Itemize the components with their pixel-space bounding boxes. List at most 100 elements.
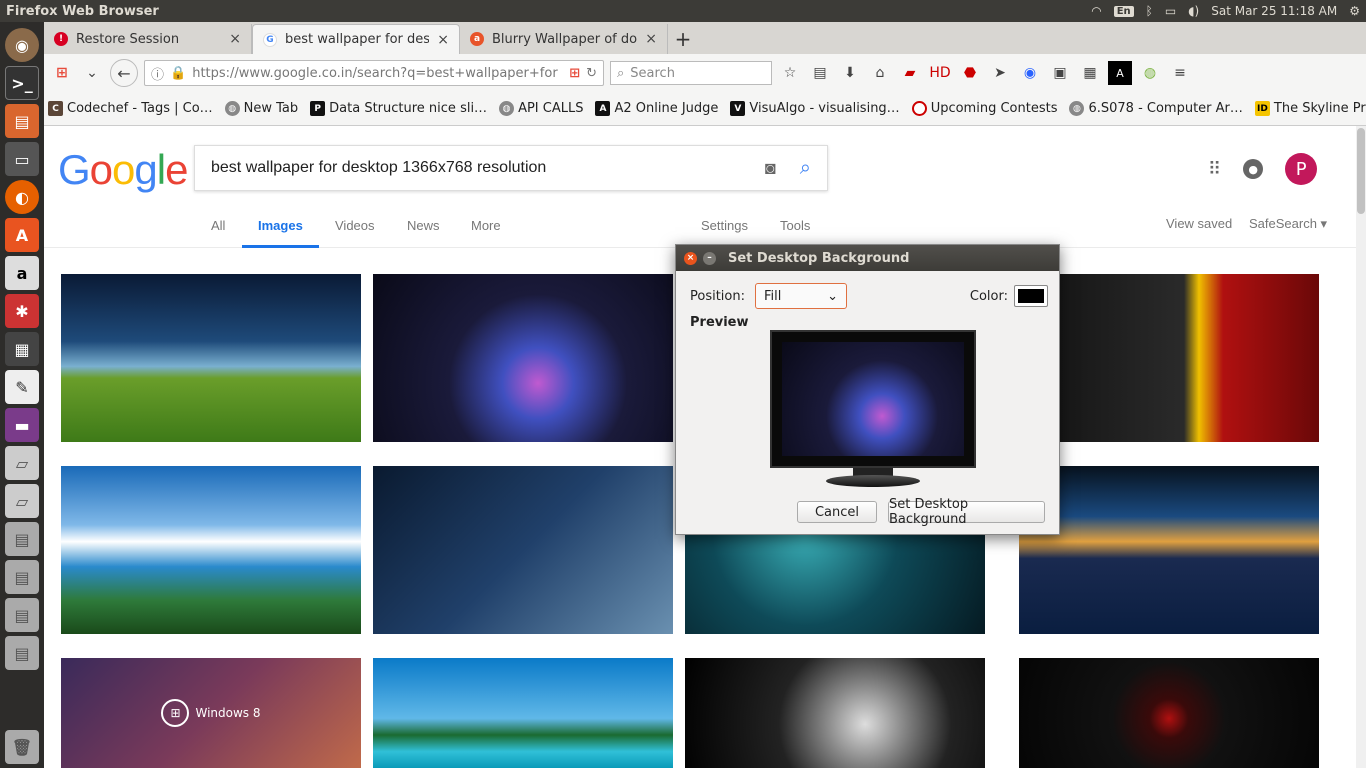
set-background-button[interactable]: Set Desktop Background [888, 497, 1045, 527]
file-manager-icon[interactable]: ▭ [5, 142, 39, 176]
drive-icon[interactable]: ▱ [5, 446, 39, 480]
result-image[interactable] [61, 274, 361, 442]
bookmark-a2-online-judge[interactable]: A A2 Online Judge [595, 101, 718, 116]
result-image[interactable] [373, 658, 673, 768]
app-window-icon[interactable]: ▬ [5, 408, 39, 442]
plus-addon-icon[interactable]: ⊞ [50, 61, 74, 85]
pocket-icon[interactable]: ➤ [988, 61, 1012, 85]
minimize-icon[interactable]: – [703, 251, 716, 265]
color-picker-button[interactable] [1014, 285, 1048, 307]
settings-icon[interactable]: ✱ [5, 294, 39, 328]
result-image[interactable]: ⊞ Windows 8 [61, 658, 361, 768]
bookmark-data-structure[interactable]: P Data Structure nice sli… [310, 101, 487, 116]
gear-icon[interactable]: ⚙ [1349, 4, 1360, 18]
bookmark-6s078[interactable]: ◍ 6.S078 - Computer Ar… [1069, 101, 1243, 116]
tab-news[interactable]: News [407, 218, 440, 248]
apps-grid-icon[interactable]: ⠿ [1208, 159, 1221, 180]
firefox-icon[interactable]: ◐ [5, 180, 39, 214]
result-image[interactable] [373, 466, 673, 634]
home-icon[interactable]: ⌂ [868, 61, 892, 85]
dialog-titlebar[interactable]: × – Set Desktop Background [676, 245, 1059, 271]
safesearch-menu[interactable]: SafeSearch ▾ [1249, 216, 1327, 246]
menu-icon[interactable]: ≡ [1168, 61, 1192, 85]
google-search-box[interactable]: best wallpaper for desktop 1366x768 reso… [194, 145, 828, 191]
bookmark-new-tab[interactable]: ◍ New Tab [224, 101, 298, 116]
hd-icon[interactable]: HD [928, 61, 952, 85]
tab-images[interactable]: Images [242, 218, 319, 248]
reload-icon[interactable]: ↻ [586, 66, 597, 81]
search-icon[interactable]: ⌕ [800, 157, 811, 180]
result-image[interactable] [61, 466, 361, 634]
tab-google-search[interactable]: G best wallpaper for des… × [252, 24, 460, 54]
addon-icon[interactable]: ⊞ [569, 66, 580, 81]
bookmark-visualgo[interactable]: V VisuAlgo - visualising… [730, 101, 900, 116]
url-text[interactable]: https://www.google.co.in/search?q=best+w… [192, 66, 563, 81]
tab-all[interactable]: All [211, 218, 225, 248]
screenshot-icon[interactable]: ▣ [1048, 61, 1072, 85]
tab-more[interactable]: More [471, 218, 501, 248]
result-image[interactable] [1019, 274, 1319, 442]
drive-icon[interactable]: ▱ [5, 484, 39, 518]
clock[interactable]: Sat Mar 25 11:18 AM [1211, 4, 1337, 18]
result-image[interactable] [373, 274, 673, 442]
wifi-icon[interactable]: ◠ [1091, 4, 1101, 18]
search-bar[interactable]: ⌕ Search [610, 61, 772, 85]
close-tab-icon[interactable]: × [437, 32, 449, 48]
bookmark-upcoming-contests[interactable]: Upcoming Contests [911, 101, 1057, 116]
leaf-icon[interactable]: ◍ [1138, 61, 1162, 85]
bookmark-skyline-problem[interactable]: IDThe Skyline Problem -… [1254, 101, 1366, 116]
close-icon[interactable]: × [684, 251, 697, 265]
disk-icon[interactable]: ▤ [5, 522, 39, 556]
scrollbar[interactable] [1356, 126, 1366, 768]
disk-icon[interactable]: ▤ [5, 636, 39, 670]
trash-icon[interactable]: 🗑 [5, 730, 39, 764]
lock-icon[interactable]: 🔒 [170, 66, 186, 81]
scrollbar-thumb[interactable] [1357, 128, 1365, 214]
back-button[interactable]: ← [110, 59, 138, 87]
search-query-input[interactable]: best wallpaper for desktop 1366x768 reso… [211, 159, 765, 177]
bookmark-codechef[interactable]: C Codechef - Tags | Co… [48, 101, 213, 116]
view-saved-link[interactable]: View saved [1166, 216, 1232, 246]
result-image[interactable] [1019, 466, 1319, 634]
terminal-icon[interactable]: >_ [5, 66, 39, 100]
globe-icon[interactable]: ◉ [1018, 61, 1042, 85]
search-input[interactable]: Search [630, 66, 675, 81]
flash-icon[interactable]: ▰ [898, 61, 922, 85]
chevron-down-icon[interactable]: ⌄ [80, 61, 104, 85]
text-editor-icon[interactable]: ✎ [5, 370, 39, 404]
bookmark-api-calls[interactable]: ◍ API CALLS [499, 101, 583, 116]
avatar[interactable]: P [1285, 153, 1318, 185]
info-icon[interactable]: ⓘ [151, 64, 164, 83]
result-image[interactable] [685, 658, 985, 768]
disk-icon[interactable]: ▤ [5, 598, 39, 632]
a-addon-icon[interactable]: A [1108, 61, 1132, 85]
close-tab-icon[interactable]: × [645, 31, 657, 47]
bookmark-star-icon[interactable]: ☆ [778, 61, 802, 85]
cancel-button[interactable]: Cancel [797, 501, 877, 523]
reading-list-icon[interactable]: ▤ [808, 61, 832, 85]
result-image[interactable] [1019, 658, 1319, 768]
grid-icon[interactable]: ▦ [1078, 61, 1102, 85]
url-bar[interactable]: ⓘ 🔒 https://www.google.co.in/search?q=be… [144, 60, 604, 86]
camera-icon[interactable]: ◙ [765, 158, 776, 179]
tab-blurry-wallpaper[interactable]: a Blurry Wallpaper of do… × [460, 24, 668, 54]
close-tab-icon[interactable]: × [229, 31, 241, 47]
volume-icon[interactable]: ◖) [1188, 4, 1199, 18]
download-icon[interactable]: ⬇ [838, 61, 862, 85]
new-tab-button[interactable]: + [668, 24, 698, 54]
google-logo[interactable]: Google [58, 146, 188, 194]
disk-icon[interactable]: ▤ [5, 560, 39, 594]
bluetooth-icon[interactable]: ᛒ [1146, 4, 1153, 18]
keyboard-layout[interactable]: En [1113, 5, 1134, 17]
position-select[interactable]: Fill ⌄ [755, 283, 847, 309]
dash-icon[interactable]: ◉ [5, 28, 39, 62]
tab-videos[interactable]: Videos [335, 218, 375, 248]
amazon-icon[interactable]: a [5, 256, 39, 290]
files-icon[interactable]: ▤ [5, 104, 39, 138]
tab-restore-session[interactable]: ! Restore Session × [44, 24, 252, 54]
system-indicators[interactable]: ◠ En ᛒ ▭ ◖) Sat Mar 25 11:18 AM ⚙ [1091, 4, 1360, 18]
software-center-icon[interactable]: A [5, 218, 39, 252]
battery-icon[interactable]: ▭ [1165, 4, 1176, 18]
workspace-icon[interactable]: ▦ [5, 332, 39, 366]
notifications-icon[interactable]: ● [1243, 159, 1264, 179]
